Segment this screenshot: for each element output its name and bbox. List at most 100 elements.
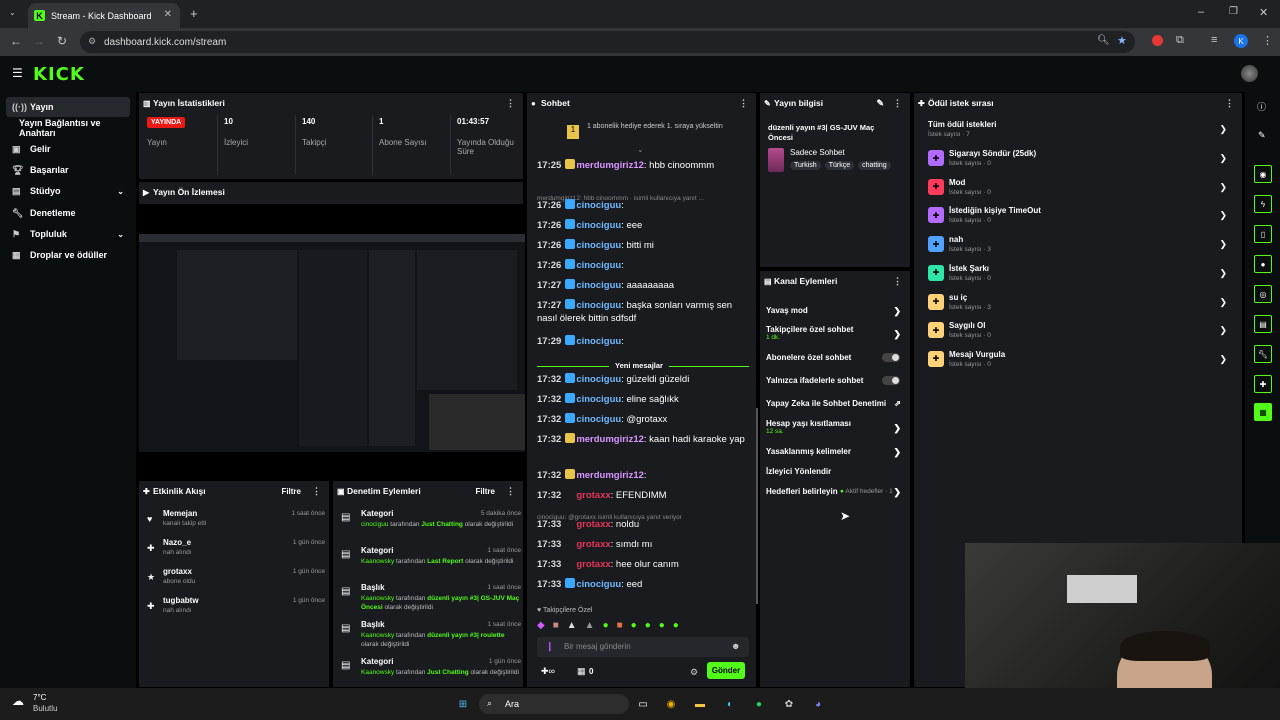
subs-chat-toggle[interactable] xyxy=(882,353,900,362)
hamburger-menu-icon[interactable]: ☰ xyxy=(12,66,23,80)
windows-start-icon[interactable]: ⊞ xyxy=(454,695,472,713)
chat-username[interactable]: cinociguu xyxy=(576,300,621,311)
toolbar-broadcast-icon[interactable]: ◎ xyxy=(1254,285,1272,303)
chat-username[interactable]: cinociguu xyxy=(576,260,621,271)
sidebar-item-topluluk[interactable]: ⚑ Topluluk ⌄ xyxy=(6,224,130,244)
mod-actor[interactable]: cinociguu xyxy=(361,521,388,528)
reward-row[interactable]: ✚ nah İstek sayısı · 3 ❯ xyxy=(928,233,1232,261)
chat-scrollbar[interactable] xyxy=(756,408,758,604)
reload-icon[interactable]: ↻ xyxy=(57,34,67,48)
reward-row[interactable]: ✚ İstek Şarkı İstek sayısı · 0 ❯ xyxy=(928,262,1232,290)
edge-icon[interactable]: ◐ xyxy=(721,695,739,713)
profile-avatar[interactable]: K xyxy=(1234,34,1248,48)
tab-list-icon[interactable]: ⌄ xyxy=(9,8,16,17)
app-icon[interactable]: ✿ xyxy=(780,695,798,713)
all-rewards-row[interactable]: Tüm ödül istekleri İstek sayısı · 7 ❯ xyxy=(928,118,1232,146)
emote-icon[interactable]: ▲ xyxy=(567,620,577,634)
chat-username[interactable]: merdumgiriz12 xyxy=(576,470,644,481)
chat-username[interactable]: grotaxx xyxy=(576,490,610,501)
sidebar-item-gelir[interactable]: ▣ Gelir xyxy=(6,139,130,159)
mic-icon[interactable]: ❙ xyxy=(546,641,554,652)
filter-button[interactable]: Filtre xyxy=(475,487,495,496)
redirect-viewers-row[interactable]: İzleyici Yönlendir xyxy=(766,467,906,476)
followers-chat-row[interactable]: Takipçilere özel sohbet 1 dk. ❯ xyxy=(766,325,906,341)
toolbar-doc-icon[interactable]: ▯ xyxy=(1254,225,1272,243)
emote-icon[interactable]: ● xyxy=(603,620,609,634)
chat-username[interactable]: cinociguu xyxy=(576,336,621,347)
bookmark-star-icon[interactable]: ★ xyxy=(1117,34,1127,47)
reward-row[interactable]: ✚ Mod İstek sayısı · 0 ❯ xyxy=(928,176,1232,204)
browser-menu-icon[interactable]: ⋮ xyxy=(1262,34,1273,47)
task-view-icon[interactable]: ▭ xyxy=(634,695,652,713)
reward-row[interactable]: ✚ İstediğin kişiye TimeOut İstek sayısı · … xyxy=(928,204,1232,232)
browser-tab[interactable]: K Stream - Kick Dashboard ✕ xyxy=(28,3,180,28)
site-info-icon[interactable]: ⚙ xyxy=(88,36,96,47)
toolbar-stats-icon[interactable]: ▤ xyxy=(1254,315,1272,333)
reward-row[interactable]: ✚ Mesajı Vurgula İstek sayısı · 0 ❯ xyxy=(928,348,1232,376)
mod-actor[interactable]: Kaanowsky xyxy=(361,632,394,639)
info-icon[interactable]: ⓘ xyxy=(1257,100,1266,113)
emote-icon[interactable]: ◆ xyxy=(537,620,545,634)
emote-icon[interactable]: ▲ xyxy=(585,620,595,634)
chat-username[interactable]: cinociguu xyxy=(576,414,621,425)
close-tab-icon[interactable]: ✕ xyxy=(164,9,172,20)
sidebar-item-basarilar[interactable]: 🏆︎ Başarılar xyxy=(6,160,130,180)
emote-icon[interactable]: ● xyxy=(659,620,665,634)
activity-user[interactable]: grotaxx xyxy=(163,567,192,576)
toolbar-wrench-icon[interactable]: 🔧︎ xyxy=(1254,345,1272,363)
tag-chip[interactable]: chatting xyxy=(858,161,891,170)
collapse-icon[interactable]: ⌄ xyxy=(637,145,644,154)
chat-username[interactable]: cinociguu xyxy=(576,579,621,590)
toolbar-add-icon[interactable]: ▦ xyxy=(1254,403,1272,421)
category-name[interactable]: Sadece Sohbet xyxy=(790,148,845,157)
edit-layout-icon[interactable]: ✎ xyxy=(1258,130,1266,141)
chat-username[interactable]: merdumgiriz12 xyxy=(576,160,644,171)
kebab-menu-icon[interactable]: ⋮ xyxy=(506,98,515,109)
filter-button[interactable]: Filtre xyxy=(281,487,301,496)
chat-username[interactable]: cinociguu xyxy=(576,220,621,231)
activity-user[interactable]: Memejan xyxy=(163,509,197,518)
user-avatar[interactable] xyxy=(1241,65,1258,82)
chat-settings-icon[interactable]: ⚙ xyxy=(690,667,698,678)
chat-username[interactable]: grotaxx xyxy=(576,519,610,530)
chat-username[interactable]: cinociguu xyxy=(576,394,621,405)
emote-icon[interactable]: ● xyxy=(631,620,637,634)
mod-actor[interactable]: Kaanowsky xyxy=(361,558,394,565)
channel-points-icon[interactable]: ✚∞ xyxy=(541,666,555,677)
banned-words-row[interactable]: Yasaklanmış kelimeler ❯ xyxy=(766,447,906,457)
gift-leaderboard[interactable]: 1 1 abonelik hediye ederek 1. sıraya yük… xyxy=(567,123,747,139)
emote-icon[interactable]: ● xyxy=(673,620,679,634)
close-window-icon[interactable]: ✕ xyxy=(1259,6,1268,19)
chat-username[interactable]: cinociguu xyxy=(576,200,621,211)
edit-pencil-icon[interactable]: ✎ xyxy=(876,98,884,109)
minimize-icon[interactable]: – xyxy=(1198,6,1204,18)
chat-username[interactable]: cinociguu xyxy=(576,280,621,291)
emote-icon[interactable]: ■ xyxy=(617,620,623,634)
slow-mode-row[interactable]: Yavaş mod ❯ xyxy=(766,306,906,316)
emoji-icon[interactable]: ☻ xyxy=(731,641,740,651)
kebab-menu-icon[interactable]: ⋮ xyxy=(506,486,515,497)
chat-username[interactable]: cinociguu xyxy=(576,240,621,251)
tag-chip[interactable]: Türkçe xyxy=(824,161,855,170)
spotify-icon[interactable]: ● xyxy=(750,695,768,713)
mod-actor[interactable]: Kaanowsky xyxy=(361,669,394,676)
maximize-icon[interactable]: ❐ xyxy=(1229,6,1238,17)
sidebar-item-stream-key[interactable]: Yayın Bağlantısı ve Anahtarı xyxy=(6,118,130,138)
sidebar-item-studyo[interactable]: ▤ Stüdyo ⌄ xyxy=(6,181,130,201)
back-icon[interactable]: ← xyxy=(10,34,22,48)
activity-user[interactable]: Nazo_e xyxy=(163,538,191,547)
url-field[interactable]: ⚙ dashboard.kick.com/stream 🔍︎ ★ xyxy=(80,31,1135,53)
sidebar-item-droplar[interactable]: ▦ Droplar ve ödüller xyxy=(6,245,130,265)
kebab-menu-icon[interactable]: ⋮ xyxy=(1225,98,1234,109)
media-icon[interactable]: ≡ xyxy=(1211,34,1217,46)
chat-username[interactable]: grotaxx xyxy=(576,539,610,550)
sidebar-item-denetleme[interactable]: 🔧︎ Denetleme xyxy=(6,203,130,223)
file-explorer-icon[interactable]: ▬ xyxy=(691,695,709,713)
kebab-menu-icon[interactable]: ⋮ xyxy=(312,486,321,497)
gift-icon[interactable]: ▦ xyxy=(577,666,586,677)
kebab-menu-icon[interactable]: ⋮ xyxy=(893,98,902,109)
new-tab-icon[interactable]: + xyxy=(190,6,198,21)
reward-row[interactable]: ✚ su iç İstek sayısı · 3 ❯ xyxy=(928,291,1232,319)
toolbar-chat-icon[interactable]: ● xyxy=(1254,255,1272,273)
reward-row[interactable]: ✚ Saygılı Ol İstek sayısı · 0 ❯ xyxy=(928,319,1232,347)
